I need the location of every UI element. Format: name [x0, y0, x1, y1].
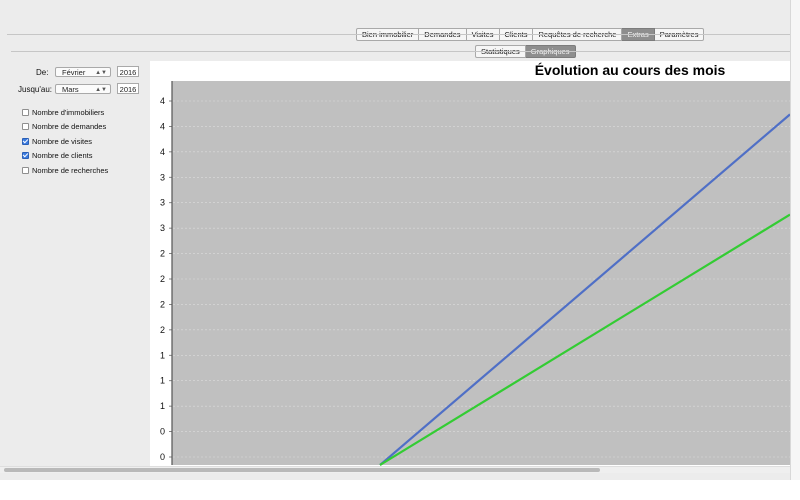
line-chart: 0 0 1 1 1 2 2 2 2 3 3 3 4 4 4: [160, 81, 790, 466]
to-month-select[interactable]: Mars ▲▼: [55, 84, 111, 94]
y-tick-label: 3: [160, 172, 165, 182]
y-tick-label: 1: [160, 350, 165, 360]
from-row: De:: [36, 66, 48, 78]
y-tick-label: 3: [160, 223, 165, 233]
y-tick-label: 4: [160, 147, 165, 157]
subtab-group-border: [11, 51, 790, 52]
select-arrows-icon: ▲▼: [95, 70, 107, 76]
checkbox-label: Nombre de clients: [32, 150, 93, 160]
checkbox-label: Nombre d'immobiliers: [32, 107, 105, 117]
y-tick-label: 4: [160, 96, 165, 106]
y-tick-label: 2: [160, 249, 165, 259]
checkbox-box[interactable]: [22, 137, 29, 145]
app-window: Bien immobilier Demandes Visites Clients…: [0, 0, 800, 480]
y-tick-label: 3: [160, 198, 165, 208]
scrollbar-thumb[interactable]: [4, 468, 600, 472]
checkbox-nombre-clients[interactable]: Nombre de clients: [22, 150, 92, 160]
checkbox-nombre-immobiliers[interactable]: Nombre d'immobiliers: [22, 107, 104, 117]
plot-area: [172, 81, 790, 465]
y-tick-label: 2: [160, 274, 165, 284]
checkbox-label: Nombre de recherches: [32, 165, 109, 175]
y-tick-label: 0: [160, 452, 165, 462]
y-tick-label: 1: [160, 401, 165, 411]
y-tick-label: 0: [160, 427, 165, 437]
to-label: Jusqu'au:: [18, 84, 52, 94]
checkbox-label: Nombre de demandes: [32, 121, 107, 131]
chart-panel: Évolution au cours des mois 001112222333…: [150, 61, 790, 467]
y-tick-label: 2: [160, 325, 165, 335]
y-tick-label: 4: [160, 121, 165, 131]
y-tick-label: 2: [160, 299, 165, 309]
checkbox-nombre-recherches[interactable]: Nombre de recherches: [22, 165, 108, 175]
horizontal-scrollbar[interactable]: [0, 466, 790, 473]
y-tick-label: 1: [160, 376, 165, 386]
to-month-value: Mars: [62, 85, 79, 94]
select-arrows-icon: ▲▼: [95, 87, 107, 93]
checkbox-nombre-visites[interactable]: Nombre de visites: [22, 136, 92, 146]
checkbox-box[interactable]: [22, 151, 29, 159]
checkbox-box[interactable]: [22, 166, 29, 174]
from-month-select[interactable]: Février ▲▼: [55, 67, 111, 77]
from-year-field[interactable]: 2016: [117, 66, 139, 77]
from-label: De:: [36, 67, 49, 77]
checkbox-label: Nombre de visites: [32, 136, 93, 146]
checkbox-box[interactable]: [22, 122, 29, 130]
filter-sidebar: De: Février ▲▼ 2016 Jusqu'au: Mars ▲▼ 20…: [0, 60, 150, 470]
checkbox-box[interactable]: [22, 108, 29, 116]
vertical-scrollbar[interactable]: [790, 0, 800, 480]
to-row: Jusqu'au:: [18, 83, 52, 95]
from-month-value: Février: [62, 68, 86, 77]
to-year-field[interactable]: 2016: [117, 83, 139, 94]
tab-group-border: [7, 34, 790, 35]
checkbox-nombre-demandes[interactable]: Nombre de demandes: [22, 121, 106, 131]
